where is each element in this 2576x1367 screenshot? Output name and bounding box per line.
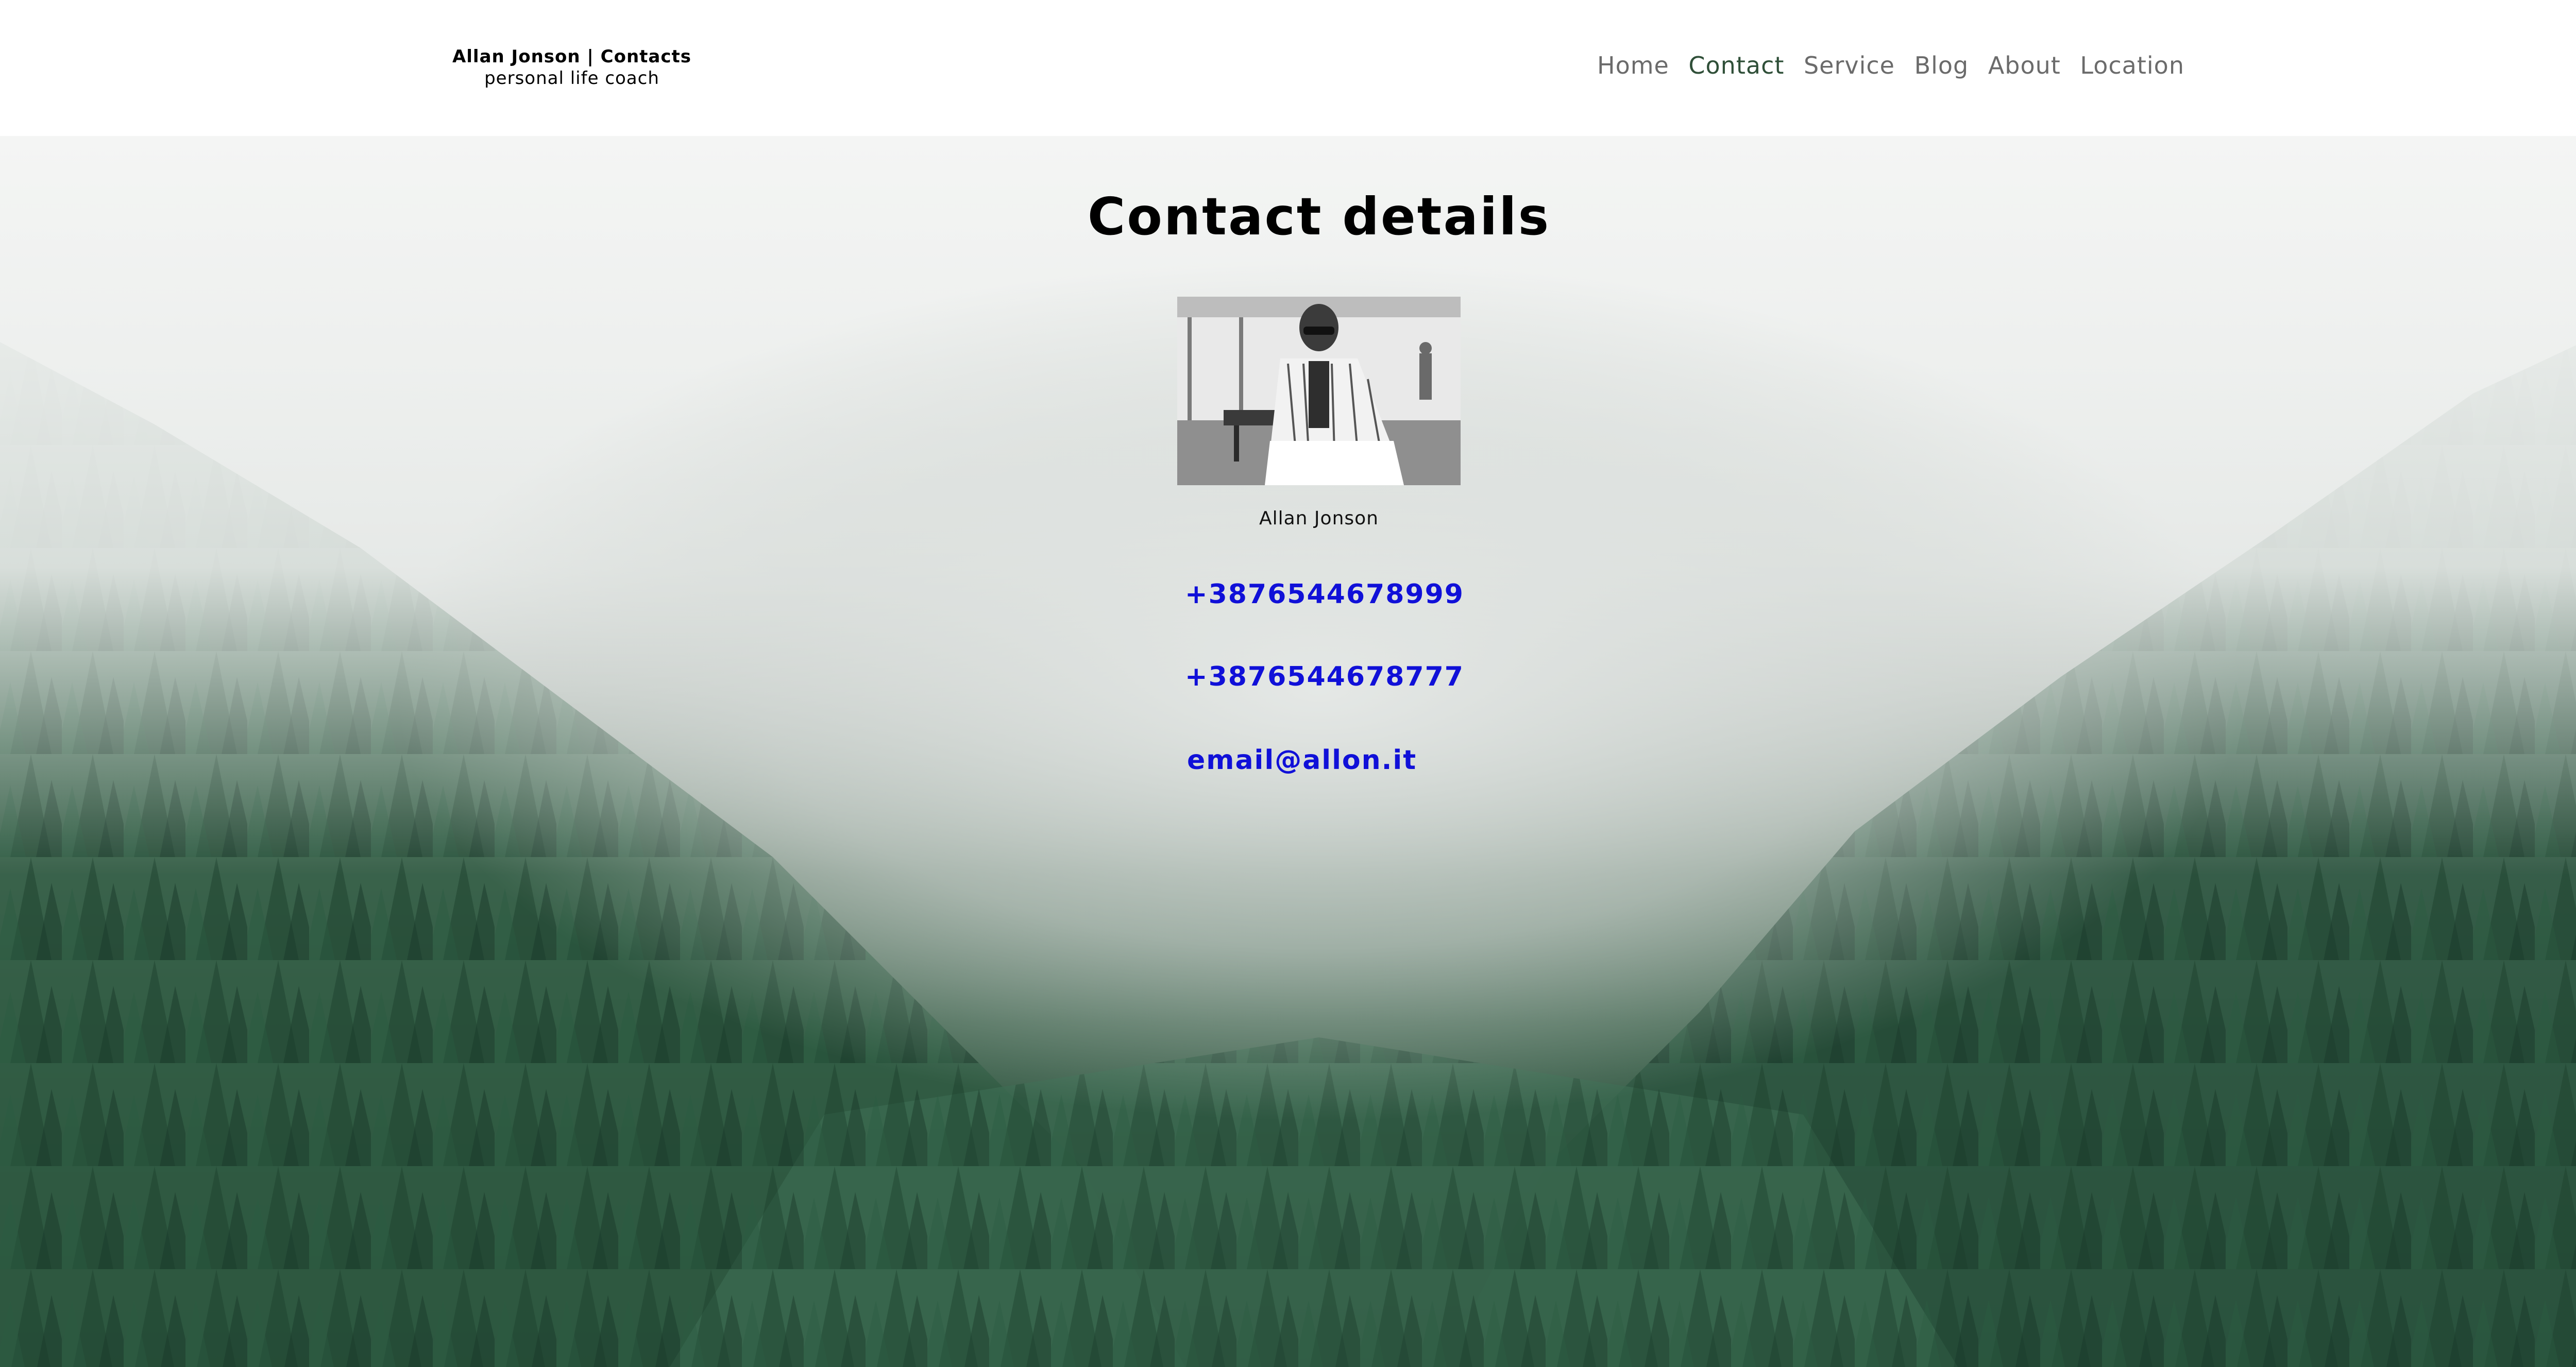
- nav-item-location[interactable]: Location: [2080, 52, 2184, 79]
- brand-subtitle: personal life coach: [484, 68, 659, 89]
- person-name: Allan Jonson: [1259, 508, 1379, 529]
- nav-item-service[interactable]: Service: [1804, 52, 1895, 79]
- main-nav: Home Contact Service Blog About Location: [1597, 52, 2184, 79]
- page-title: Contact details: [1087, 186, 1551, 247]
- brand-title: Allan Jonson | Contacts: [452, 46, 692, 67]
- phone-link-primary[interactable]: +3876544678999: [1185, 579, 1464, 610]
- nav-item-home[interactable]: Home: [1597, 52, 1669, 79]
- phone-link-secondary[interactable]: +3876544678777: [1185, 661, 1464, 692]
- nav-item-contact[interactable]: Contact: [1688, 52, 1784, 79]
- nav-item-about[interactable]: About: [1988, 52, 2061, 79]
- contact-section: Contact details Allan Jonson +3876544678…: [0, 136, 2576, 1367]
- page: Allan Jonson | Contacts personal life co…: [0, 0, 2576, 1367]
- profile-photo: [1177, 297, 1461, 485]
- site-header: Allan Jonson | Contacts personal life co…: [0, 0, 2576, 136]
- email-link[interactable]: email@allon.it: [1187, 745, 1417, 776]
- brand[interactable]: Allan Jonson | Contacts personal life co…: [443, 45, 701, 89]
- nav-item-blog[interactable]: Blog: [1914, 52, 1969, 79]
- man-in-sunglasses-photo: [1177, 297, 1461, 485]
